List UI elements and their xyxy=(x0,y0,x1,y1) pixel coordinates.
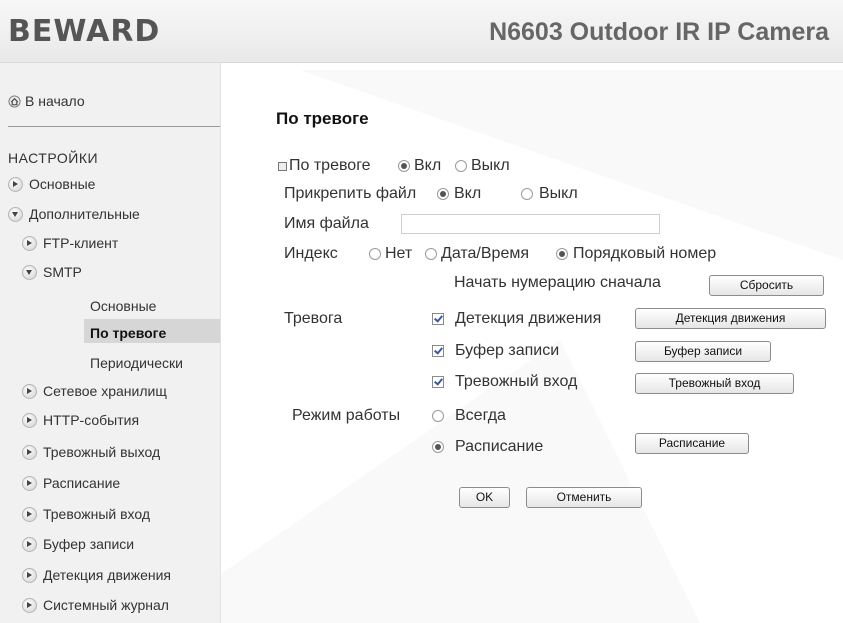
on-alarm-off-label: Выкл xyxy=(471,157,510,174)
motion-detection-label: Детекция движения xyxy=(455,310,602,327)
on-alarm-on-radio[interactable] xyxy=(398,160,410,172)
arrow-right-icon xyxy=(22,475,37,491)
sidebar-item-http-events[interactable]: HTTP-события xyxy=(22,412,139,428)
sidebar-item-system-log[interactable]: Системный журнал xyxy=(22,597,169,613)
arrow-right-icon xyxy=(22,383,37,399)
index-sequence-radio[interactable] xyxy=(556,248,568,260)
index-label: Индекс xyxy=(284,245,338,262)
mode-schedule-radio[interactable] xyxy=(432,441,444,453)
smtp-sub-basic[interactable]: Основные xyxy=(90,298,156,314)
mode-schedule-label: Расписание xyxy=(455,438,544,455)
arrow-right-icon xyxy=(8,176,23,192)
sidebar-item-network-storage[interactable]: Сетевое хранилищ xyxy=(22,383,167,399)
alarm-label: Тревога xyxy=(284,310,343,327)
home-label: В начало xyxy=(25,93,85,109)
index-sequence-label: Порядковый номер xyxy=(573,245,717,262)
alarm-input-button[interactable]: Тревожный вход xyxy=(635,373,794,394)
attach-file-off-radio[interactable] xyxy=(521,188,533,200)
sidebar-item-label: Расписание xyxy=(43,475,121,491)
alarm-input-checkbox[interactable] xyxy=(432,376,444,388)
sidebar-item-alarm-input[interactable]: Тревожный вход xyxy=(22,506,150,522)
sidebar-item-label: Тревожный вход xyxy=(43,506,151,522)
arrow-down-icon xyxy=(8,206,23,222)
motion-detection-button[interactable]: Детекция движения xyxy=(635,308,826,329)
sidebar-item-label: Тревожный выход xyxy=(43,444,161,460)
smtp-sub-periodic[interactable]: Периодически xyxy=(90,355,183,371)
alarm-input-label: Тревожный вход xyxy=(455,373,578,390)
sidebar-item-alarm-output[interactable]: Тревожный выход xyxy=(22,444,160,460)
header-bar: BEWARD N6603 Outdoor IR IP Camera xyxy=(0,0,843,63)
ok-button[interactable]: OK xyxy=(459,487,510,508)
attach-file-on-radio[interactable] xyxy=(437,188,449,200)
arrow-down-icon xyxy=(22,264,37,280)
record-buffer-button[interactable]: Буфер записи xyxy=(635,341,771,362)
sidebar-item-basic[interactable]: Основные xyxy=(8,176,95,192)
page-title: По тревоге xyxy=(276,109,369,128)
attach-file-on-label: Вкл xyxy=(454,185,482,202)
arrow-right-icon xyxy=(22,506,37,522)
sidebar-item-ftp-client[interactable]: FTP-клиент xyxy=(22,235,118,251)
section-bullet-icon xyxy=(278,162,287,171)
sidebar-item-advanced[interactable]: Дополнительные xyxy=(8,206,140,222)
cancel-button[interactable]: Отменить xyxy=(526,487,642,508)
arrow-right-icon xyxy=(22,235,37,251)
home-link[interactable]: В начало xyxy=(8,93,85,109)
sidebar-item-label: FTP-клиент xyxy=(43,235,119,251)
attach-file-off-label: Выкл xyxy=(539,185,578,202)
smtp-sub-on-alarm[interactable]: По тревоге xyxy=(90,325,166,341)
sidebar-item-smtp[interactable]: SMTP xyxy=(22,264,82,280)
index-none-radio[interactable] xyxy=(369,248,381,260)
file-name-input[interactable] xyxy=(401,214,660,234)
motion-detection-checkbox[interactable] xyxy=(432,313,444,325)
settings-section-title: НАСТРОЙКИ xyxy=(8,150,99,166)
restart-numbering-label: Начать нумерацию сначала xyxy=(454,274,661,291)
index-none-label: Нет xyxy=(385,245,413,262)
brand-logo: BEWARD xyxy=(8,14,161,49)
sidebar-item-label: Детекция движения xyxy=(43,567,171,583)
record-buffer-checkbox[interactable] xyxy=(432,345,444,357)
sidebar-item-label: HTTP-события xyxy=(43,412,140,428)
home-icon xyxy=(8,94,21,108)
file-name-label: Имя файла xyxy=(284,215,369,232)
operation-mode-label: Режим работы xyxy=(292,407,401,424)
arrow-right-icon xyxy=(22,444,37,460)
sidebar-item-label: Основные xyxy=(29,176,96,192)
sidebar: В начало НАСТРОЙКИ Основные Дополнительн… xyxy=(0,63,221,623)
sidebar-item-schedule[interactable]: Расписание xyxy=(22,475,120,491)
on-alarm-label: По тревоге xyxy=(289,157,371,174)
sidebar-item-label: SMTP xyxy=(43,264,82,280)
on-alarm-on-label: Вкл xyxy=(414,157,442,174)
record-buffer-label: Буфер записи xyxy=(455,342,560,359)
reset-button[interactable]: Сбросить xyxy=(709,275,824,296)
schedule-button[interactable]: Расписание xyxy=(635,433,749,454)
mode-always-radio[interactable] xyxy=(432,410,444,422)
sidebar-divider xyxy=(8,126,220,127)
sidebar-item-motion-detection[interactable]: Детекция движения xyxy=(22,567,171,583)
on-alarm-off-radio[interactable] xyxy=(455,160,467,172)
sidebar-item-label: Буфер записи xyxy=(43,536,135,552)
arrow-right-icon xyxy=(22,536,37,552)
sidebar-item-label: Системный журнал xyxy=(43,597,169,613)
index-datetime-label: Дата/Время xyxy=(441,245,530,262)
mode-always-label: Всегда xyxy=(455,407,506,424)
arrow-right-icon xyxy=(22,567,37,583)
camera-model-title: N6603 Outdoor IR IP Camera xyxy=(489,18,829,46)
sidebar-item-label: Сетевое хранилищ xyxy=(43,383,167,399)
main-content: По тревоге По тревоге Вкл Выкл Прикрепит… xyxy=(221,63,843,623)
sidebar-item-record-buffer[interactable]: Буфер записи xyxy=(22,536,134,552)
arrow-right-icon xyxy=(22,412,37,428)
attach-file-label: Прикрепить файл xyxy=(284,185,417,202)
arrow-right-icon xyxy=(22,597,37,613)
sidebar-item-label: Дополнительные xyxy=(29,206,140,222)
index-datetime-radio[interactable] xyxy=(425,248,437,260)
